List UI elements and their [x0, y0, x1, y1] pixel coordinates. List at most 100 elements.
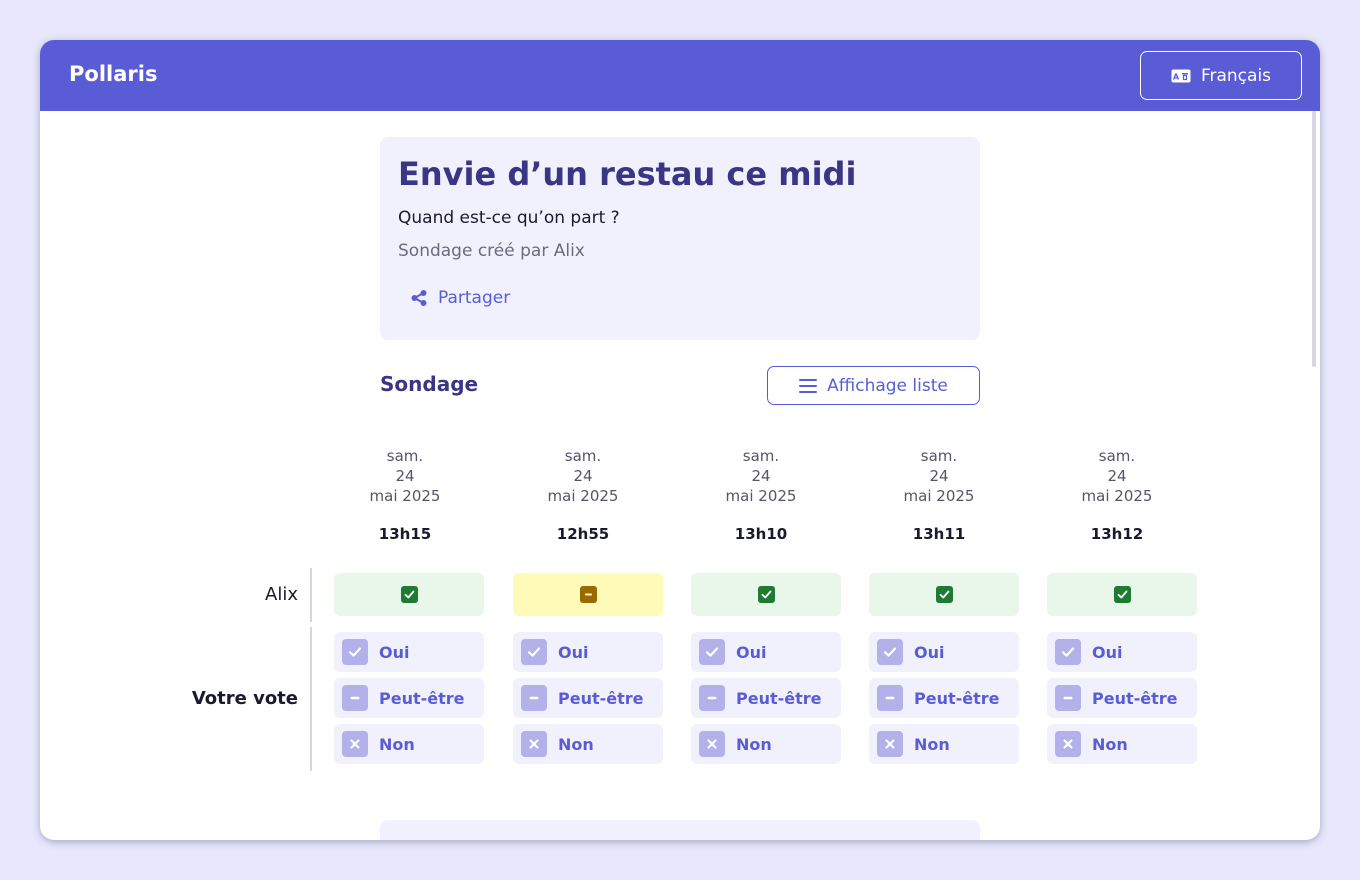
column-day: sam.	[920, 447, 958, 465]
check-icon	[342, 639, 368, 665]
vote-option-label: Non	[736, 734, 772, 754]
vote-option-maybe[interactable]: Peut-être	[334, 678, 484, 718]
column-time: 13h11	[912, 525, 966, 543]
vote-option-maybe[interactable]: Peut-être	[691, 678, 841, 718]
vote-option-label: Non	[1092, 734, 1128, 754]
vote-option-label: Non	[379, 734, 415, 754]
column-day: sam.	[564, 447, 602, 465]
column-month: mai 2025	[725, 487, 797, 505]
poll-question: Quand est-ce qu’on part ?	[398, 208, 620, 228]
vote-option-no[interactable]: Non	[691, 724, 841, 764]
close-icon	[877, 731, 903, 757]
vote-option-no[interactable]: Non	[334, 724, 484, 764]
column-daynum: 24	[395, 467, 415, 485]
section-title: Sondage	[380, 372, 479, 396]
vote-option-label: Oui	[1092, 642, 1123, 662]
close-icon	[521, 731, 547, 757]
poll-title: Envie d’un restau ce midi	[398, 155, 857, 193]
vote-cell-yes	[1047, 573, 1197, 616]
vote-option-label: Oui	[379, 642, 410, 662]
vote-option-label: Peut-être	[1092, 688, 1178, 708]
vote-option-label: Peut-être	[558, 688, 644, 708]
row-divider	[310, 568, 312, 622]
language-button[interactable]: A Français	[1140, 51, 1302, 100]
vote-option-maybe[interactable]: Peut-être	[869, 678, 1019, 718]
check-icon	[757, 586, 775, 603]
vote-option-yes[interactable]: Oui	[1047, 632, 1197, 672]
poll-header-card: Envie d’un restau ce midi Quand est-ce q…	[380, 137, 980, 340]
column-time: 13h12	[1090, 525, 1144, 543]
check-icon	[521, 639, 547, 665]
brand-logo[interactable]: Pollaris	[69, 62, 157, 86]
column-month: mai 2025	[1081, 487, 1153, 505]
column-month: mai 2025	[903, 487, 975, 505]
column-daynum: 24	[751, 467, 771, 485]
vote-option-label: Peut-être	[736, 688, 822, 708]
column-time: 13h10	[734, 525, 788, 543]
check-icon	[935, 586, 953, 603]
vote-cell-maybe	[513, 573, 663, 616]
poll-author: Sondage créé par Alix	[398, 241, 585, 261]
column-day: sam.	[386, 447, 424, 465]
vote-option-yes[interactable]: Oui	[513, 632, 663, 672]
minus-icon	[521, 685, 547, 711]
column-daynum: 24	[1107, 467, 1127, 485]
column-daynum: 24	[573, 467, 593, 485]
app-window: Pollaris A Français Envie d’un restau ce…	[40, 40, 1320, 840]
vote-cell-yes	[869, 573, 1019, 616]
list-view-label: Affichage liste	[827, 375, 948, 396]
vote-option-yes[interactable]: Oui	[334, 632, 484, 672]
close-icon	[699, 731, 725, 757]
vote-option-yes[interactable]: Oui	[869, 632, 1019, 672]
next-section-card	[380, 820, 980, 840]
minus-icon	[342, 685, 368, 711]
vote-option-maybe[interactable]: Peut-être	[513, 678, 663, 718]
scrollbar[interactable]	[1312, 111, 1316, 367]
close-icon	[1055, 731, 1081, 757]
list-view-button[interactable]: Affichage liste	[767, 366, 980, 405]
vote-option-label: Oui	[914, 642, 945, 662]
share-icon	[411, 290, 427, 306]
vote-option-label: Non	[914, 734, 950, 754]
vote-cell-yes	[334, 573, 484, 616]
check-icon	[877, 639, 903, 665]
vote-option-no[interactable]: Non	[869, 724, 1019, 764]
check-icon	[400, 586, 418, 603]
vote-option-label: Non	[558, 734, 594, 754]
check-icon	[1055, 639, 1081, 665]
vote-option-label: Oui	[736, 642, 767, 662]
column-time: 12h55	[556, 525, 610, 543]
vote-option-label: Peut-être	[914, 688, 1000, 708]
language-label: Français	[1200, 65, 1272, 86]
column-time: 13h15	[378, 525, 432, 543]
minus-icon	[579, 586, 597, 603]
vote-option-yes[interactable]: Oui	[691, 632, 841, 672]
language-icon: A	[1171, 69, 1191, 82]
minus-icon	[1055, 685, 1081, 711]
share-label: Partager	[438, 288, 511, 308]
column-date: sam. 24 mai 2025	[864, 446, 1014, 506]
svg-text:A: A	[1173, 72, 1180, 81]
top-bar: Pollaris A Français	[40, 40, 1320, 111]
column-date: sam. 24 mai 2025	[330, 446, 480, 506]
column-day: sam.	[1098, 447, 1136, 465]
share-button[interactable]: Partager	[398, 282, 522, 314]
vote-option-label: Peut-être	[379, 688, 465, 708]
check-icon	[699, 639, 725, 665]
vote-option-no[interactable]: Non	[513, 724, 663, 764]
column-month: mai 2025	[369, 487, 441, 505]
vote-option-no[interactable]: Non	[1047, 724, 1197, 764]
minus-icon	[699, 685, 725, 711]
column-date: sam. 24 mai 2025	[1042, 446, 1192, 506]
row-divider	[310, 627, 312, 771]
column-daynum: 24	[929, 467, 949, 485]
vote-option-maybe[interactable]: Peut-être	[1047, 678, 1197, 718]
your-vote-label: Votre vote	[191, 688, 298, 709]
close-icon	[342, 731, 368, 757]
minus-icon	[877, 685, 903, 711]
column-month: mai 2025	[547, 487, 619, 505]
vote-option-label: Oui	[558, 642, 589, 662]
list-icon	[799, 378, 818, 393]
vote-cell-yes	[691, 573, 841, 616]
column-day: sam.	[742, 447, 780, 465]
